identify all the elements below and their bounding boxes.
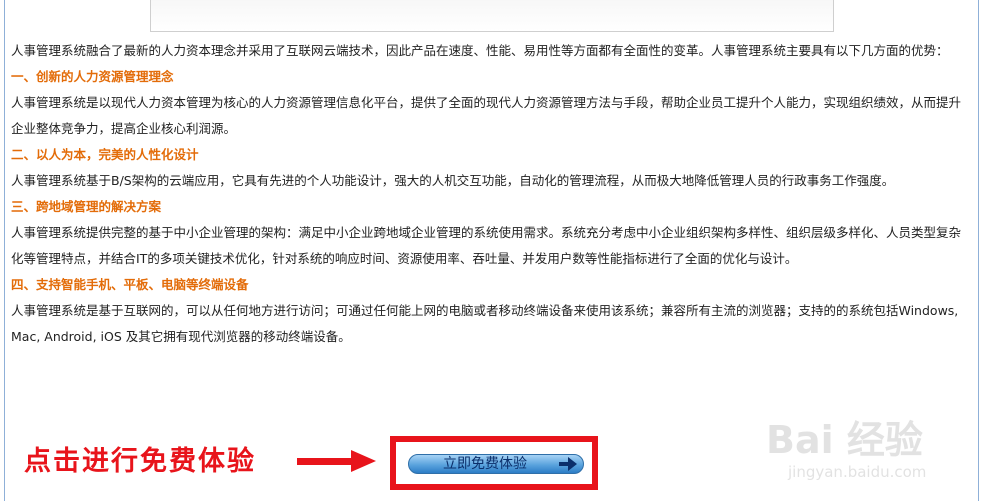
button-arrow-icon [559,457,577,471]
cta-callout: 点击进行免费体验 [24,446,256,477]
cta-highlight-box: 立即免费体验 [390,436,598,490]
free-trial-button[interactable]: 立即免费体验 [408,454,584,474]
section-heading-3: 三、跨地域管理的解决方案 [11,199,162,214]
article-body: 人事管理系统融合了最新的人力资本理念并采用了互联网云端技术，因此产品在速度、性能… [11,38,971,350]
section-heading-1: 一、创新的人力资源管理理念 [11,69,174,84]
section-body-4: 人事管理系统是基于互联网的，可以从任何地方进行访问；可通过任何能上网的电脑或者移… [11,303,959,344]
section-body-1: 人事管理系统是以现代人力资本管理为核心的人力资源管理信息化平台，提供了全面的现代… [11,95,962,136]
section-heading-2: 二、以人为本，完美的人性化设计 [11,147,199,162]
watermark-logo: Bai 经验 [766,418,923,462]
section-heading-4: 四、支持智能手机、平板、电脑等终端设备 [11,277,249,292]
banner-image [150,0,834,32]
watermark-url: jingyan.baidu.com [788,463,927,481]
section-body-2: 人事管理系统基于B/S架构的云端应用，它具有先进的个人功能设计，强大的人机交互功… [11,173,895,188]
arrow-right-icon [297,450,376,472]
free-trial-button-label: 立即免费体验 [443,456,527,472]
baidu-jingyan-watermark: Bai 经验 jingyan.baidu.com [766,418,946,496]
intro-paragraph: 人事管理系统融合了最新的人力资本理念并采用了互联网云端技术，因此产品在速度、性能… [11,43,949,58]
section-body-3: 人事管理系统提供完整的基于中小企业管理的架构：满足中小企业跨地域企业管理的系统使… [11,225,962,266]
